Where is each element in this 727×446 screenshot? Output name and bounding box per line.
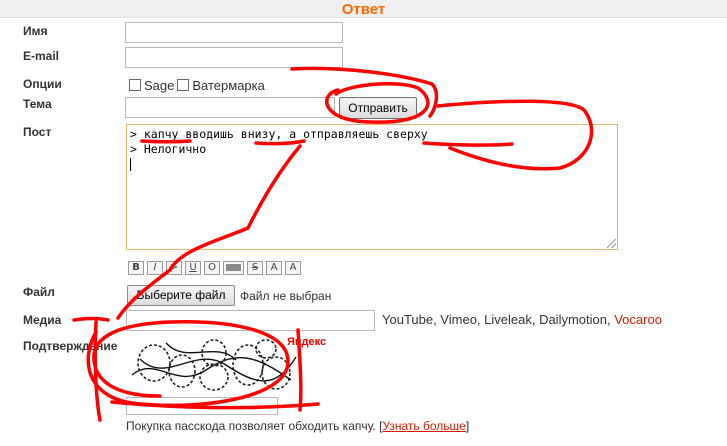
superscript-button[interactable]: A: [266, 261, 282, 275]
name-input[interactable]: [125, 22, 343, 43]
watermark-label: Ватермарка: [192, 77, 265, 93]
underline-button[interactable]: U: [185, 261, 201, 275]
passcode-note-text: Покупка пасскода позволяет обходить капч…: [126, 419, 383, 433]
post-textarea[interactable]: > капчу вводишь внизу, а отправляешь све…: [126, 124, 618, 250]
passcode-note-end: ]: [465, 419, 470, 433]
options-group: Sage Ватермарка: [129, 77, 268, 93]
subscript-button[interactable]: A: [285, 261, 301, 275]
strike-button[interactable]: S: [247, 261, 263, 275]
watermark-checkbox[interactable]: [177, 79, 190, 91]
post-label: Пост: [23, 125, 52, 139]
resize-grip-icon[interactable]: [607, 239, 616, 248]
passcode-note: Покупка пасскода позволяет обходить капч…: [126, 419, 469, 433]
formatting-toolbar: B I > U O S A A: [128, 261, 301, 275]
media-label: Медиа: [23, 313, 62, 327]
text-caret: [130, 158, 131, 171]
email-label: E-mail: [23, 49, 60, 63]
email-input[interactable]: [125, 47, 343, 68]
subject-label: Тема: [23, 97, 52, 111]
options-label: Опции: [23, 77, 62, 91]
reply-title: Ответ: [341, 1, 386, 18]
quote-button[interactable]: >: [166, 261, 182, 275]
italic-button[interactable]: I: [147, 261, 163, 275]
post-line: > Нелогично: [130, 142, 207, 156]
file-label: Файл: [23, 285, 55, 299]
subject-input[interactable]: [125, 97, 335, 118]
file-status: Файл не выбран: [240, 289, 332, 303]
media-input[interactable]: [126, 310, 375, 331]
submit-button[interactable]: Отправить: [339, 97, 417, 119]
name-label: Имя: [23, 24, 48, 38]
captcha-brand: Яндекс: [287, 336, 326, 348]
spoiler-button[interactable]: [223, 261, 244, 275]
captcha-input[interactable]: [126, 397, 278, 415]
reply-header: Ответ: [0, 0, 727, 18]
sage-label: Sage: [144, 77, 175, 93]
bold-button[interactable]: B: [128, 261, 144, 275]
confirm-label: Подтверждение: [23, 339, 118, 353]
overline-button[interactable]: O: [204, 261, 220, 275]
vocaroo-link[interactable]: Vocaroo: [614, 312, 662, 327]
sage-checkbox[interactable]: [129, 79, 141, 91]
media-hosts-text: YouTube, Vimeo, Liveleak, Dailymotion,: [382, 312, 611, 327]
choose-file-button[interactable]: Выберите файл: [127, 285, 235, 306]
post-line: > капчу вводишь внизу, а отправляешь све…: [130, 127, 428, 141]
media-hosts: YouTube, Vimeo, Liveleak, Dailymotion, V…: [382, 312, 662, 327]
yandex-logo: Яндекс: [287, 336, 327, 348]
spoiler-icon: [226, 263, 241, 271]
learn-more-link[interactable]: Узнать больше: [382, 419, 465, 433]
